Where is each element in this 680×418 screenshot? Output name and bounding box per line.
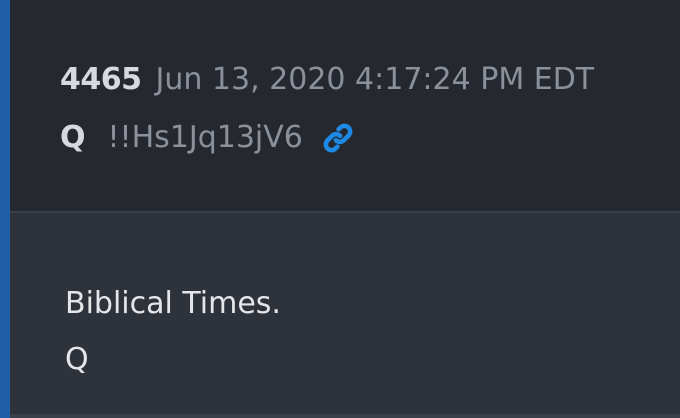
post-bottom-border xyxy=(10,414,680,418)
author-name: Q xyxy=(60,120,86,155)
link-icon-glyph xyxy=(323,123,353,153)
post-meta: 4465 Jun 13, 2020 4:17:24 PM EDT xyxy=(60,60,594,100)
post-header: 4465 Jun 13, 2020 4:17:24 PM EDT Q !!Hs1J… xyxy=(10,0,680,213)
post-body: Biblical Times. Q xyxy=(65,276,281,388)
post-body-line: Biblical Times. xyxy=(65,286,281,321)
post-author-line: Q !!Hs1Jq13jV6 xyxy=(60,118,355,158)
post-date: Jun 13, 2020 4:17:24 PM EDT xyxy=(155,62,595,97)
post-number: 4465 xyxy=(60,62,142,97)
post-accent-bar xyxy=(0,0,10,418)
post-card: 4465 Jun 13, 2020 4:17:24 PM EDT Q !!Hs1J… xyxy=(0,0,680,418)
link-icon[interactable] xyxy=(321,121,355,155)
tripcode: !!Hs1Jq13jV6 xyxy=(107,120,303,155)
post-body-line: Q xyxy=(65,342,89,377)
